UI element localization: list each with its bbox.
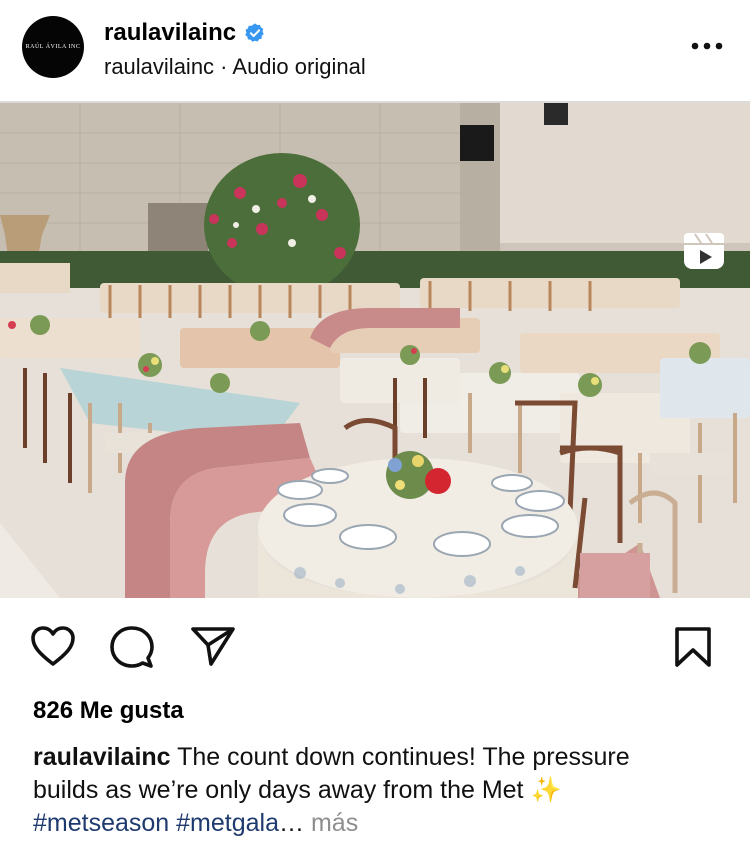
username[interactable]: raulavilainc [104, 19, 236, 47]
more-horizontal-icon[interactable] [690, 36, 724, 56]
comment-bubble-icon[interactable] [110, 625, 154, 669]
avatar-logo-text: RAÚL ÁVILA INC [25, 44, 81, 50]
event-photo [0, 103, 750, 598]
bookmark-icon[interactable] [674, 626, 712, 668]
username-row: raulavilainc [104, 19, 266, 47]
audio-subline[interactable]: raulavilainc · Audio original [104, 54, 366, 80]
verified-badge-icon [245, 23, 264, 42]
post-actions [0, 598, 750, 688]
post-header: RAÚL ÁVILA INC raulavilainc raulavilainc… [0, 0, 750, 101]
avatar[interactable]: RAÚL ÁVILA INC [22, 16, 84, 78]
paper-plane-icon[interactable] [190, 625, 236, 667]
hashtag-metgala[interactable]: #metgala [176, 809, 279, 837]
caption: raulavilainc The count down continues! T… [33, 741, 693, 840]
hashtag-metseason[interactable]: #metseason [33, 809, 169, 837]
heart-icon[interactable] [30, 625, 76, 667]
sparkles-emoji: ✨ [530, 776, 562, 804]
more-link[interactable]: más [311, 809, 358, 837]
likes-count[interactable]: 826 Me gusta [33, 697, 184, 725]
reels-icon [682, 229, 726, 273]
caption-username[interactable]: raulavilainc [33, 743, 171, 771]
post-media[interactable] [0, 103, 750, 598]
caption-ellipsis: … [279, 809, 305, 837]
